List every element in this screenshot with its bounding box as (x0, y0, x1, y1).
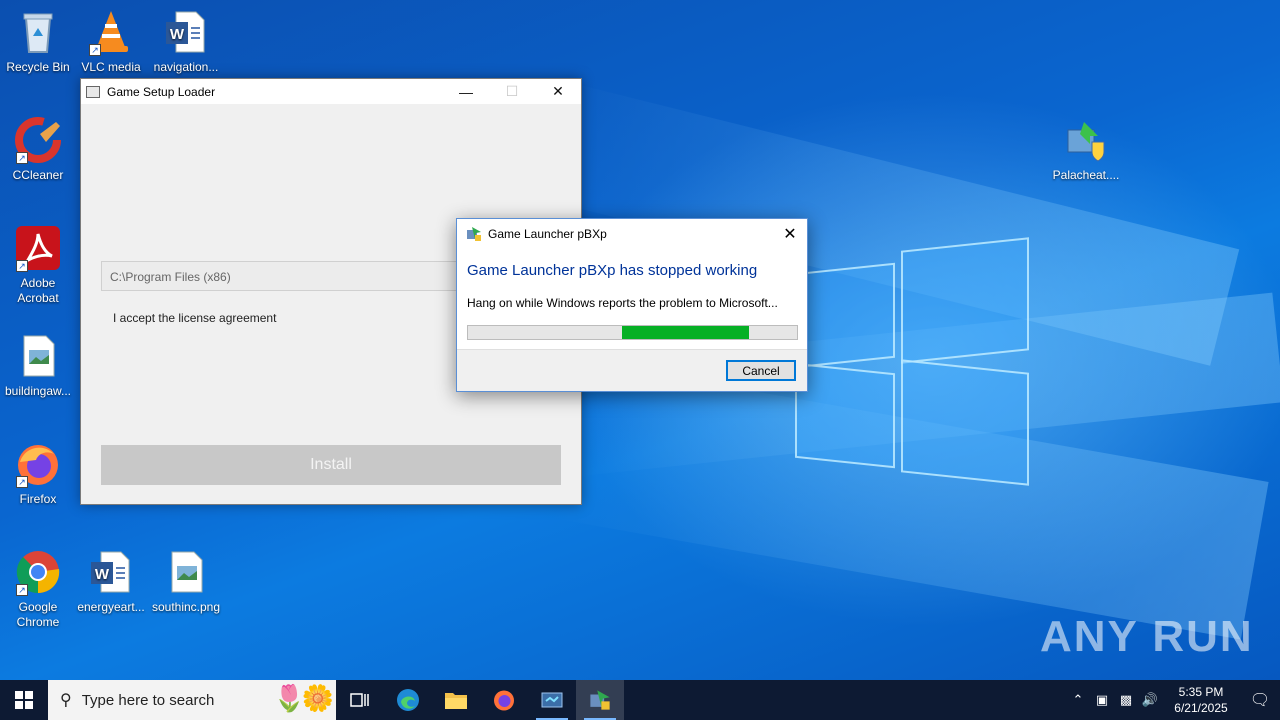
start-button[interactable] (0, 680, 48, 720)
shortcut-arrow-icon: ↗ (16, 152, 28, 164)
desktop-icon-label: Palacheat.... (1052, 168, 1120, 182)
desktop-icon-southinc[interactable]: southinc.png (148, 548, 224, 615)
desktop-icon-label: energyeart... (77, 600, 145, 614)
svg-text:W: W (170, 26, 185, 43)
report-progress-bar (467, 325, 798, 340)
taskbar-setup-loader[interactable] (528, 680, 576, 720)
desktop-icon-label: Firefox (19, 492, 57, 506)
desktop-icon-buildingaw[interactable]: buildingaw... (0, 332, 76, 399)
desktop-icon-recycle-bin[interactable]: Recycle Bin (0, 8, 76, 75)
shortcut-arrow-icon: ↗ (16, 584, 28, 596)
windows-start-icon (15, 691, 33, 709)
desktop-icon-label: navigation... (153, 60, 219, 74)
meet-now-icon[interactable]: ▣ (1090, 692, 1114, 708)
clock-time: 5:35 PM (1178, 685, 1224, 699)
desktop-icon-adobe-acrobat[interactable]: ↗ Adobe Acrobat (0, 224, 76, 306)
desktop-icon-firefox[interactable]: ↗ Firefox (0, 440, 76, 507)
installer-shield-icon (590, 690, 610, 710)
search-highlight-flowers-icon: 🌷🌼 (273, 683, 334, 713)
taskbar: ⚲ Type here to search 🌷🌼 ⌃ ▣ ▩ 🔊 5:35 PM… (0, 680, 1280, 720)
close-icon[interactable]: ✕ (773, 219, 807, 249)
close-button[interactable]: ✕ (535, 79, 581, 104)
search-icon: ⚲ (60, 692, 72, 709)
maximize-button: ☐ (505, 83, 519, 99)
desktop-icon-palacheat[interactable]: Palacheat.... (1048, 116, 1124, 183)
error-dialog-message: Hang on while Windows reports the proble… (467, 296, 778, 310)
chrome-icon: ↗ (14, 548, 62, 596)
firefox-icon (494, 690, 514, 711)
taskbar-game-launcher[interactable] (576, 680, 624, 720)
clock-date: 6/21/2025 (1174, 701, 1228, 715)
taskbar-clock[interactable]: 5:35 PM 6/21/2025 (1168, 684, 1234, 716)
desktop-icon-label: CCleaner (12, 168, 64, 182)
desktop-icon-label: VLC media (81, 60, 141, 74)
vlc-cone-icon: ↗ (87, 8, 135, 56)
progress-marquee (622, 326, 749, 339)
taskbar-edge[interactable] (384, 680, 432, 720)
install-button[interactable]: Install (101, 445, 561, 485)
desktop-icon-label: southinc.png (151, 600, 221, 614)
search-placeholder: Type here to search (81, 691, 215, 709)
license-agreement-label[interactable]: I accept the license agreement (113, 311, 276, 325)
app-icon (466, 226, 482, 242)
taskbar-file-explorer[interactable] (432, 680, 480, 720)
ccleaner-icon: ↗ (14, 116, 62, 164)
setup-window-titlebar[interactable]: Game Setup Loader — ☐ ✕ (81, 79, 581, 104)
recycle-bin-icon (14, 8, 62, 56)
desktop-icon-energyeart[interactable]: W energyeart... (73, 548, 149, 615)
minimize-button[interactable]: — (443, 79, 489, 104)
image-file-icon (162, 548, 210, 596)
task-view-icon (350, 693, 369, 707)
volume-icon[interactable]: 🔊 (1138, 692, 1162, 708)
install-path-field[interactable]: C:\Program Files (x86) (101, 261, 461, 291)
desktop-icon-label: Google Chrome (16, 600, 60, 629)
chevron-up-icon[interactable]: ⌃ (1066, 692, 1090, 708)
error-dialog-titlebar[interactable]: Game Launcher pBXp ✕ (457, 219, 807, 249)
error-dialog-footer: Cancel (457, 349, 807, 391)
adobe-acrobat-icon: ↗ (14, 224, 62, 272)
desktop-icon-vlc[interactable]: ↗ VLC media (73, 8, 149, 75)
word-document-icon: W (87, 548, 135, 596)
desktop-icon-label: Recycle Bin (6, 60, 70, 74)
system-tray: ⌃ ▣ ▩ 🔊 5:35 PM 6/21/2025 🗨 (1066, 680, 1280, 720)
cancel-button[interactable]: Cancel (726, 360, 796, 381)
desktop-icon-label: buildingaw... (4, 384, 72, 398)
app-window-icon (86, 85, 100, 98)
error-dialog-title: Game Launcher pBXp (488, 227, 607, 241)
error-dialog: Game Launcher pBXp ✕ Game Launcher pBXp … (456, 218, 808, 392)
word-document-icon: W (162, 8, 210, 56)
installer-shield-icon (1062, 116, 1110, 164)
task-view-button[interactable] (336, 680, 384, 720)
notification-center-icon[interactable]: 🗨 (1240, 680, 1280, 720)
error-dialog-heading: Game Launcher pBXp has stopped working (467, 262, 758, 279)
desktop-icon-navigation-doc[interactable]: W navigation... (148, 8, 224, 75)
shortcut-arrow-icon: ↗ (16, 260, 28, 272)
desktop-icon-ccleaner[interactable]: ↗ CCleaner (0, 116, 76, 183)
anyrun-watermark: ANY RUN (1040, 612, 1254, 661)
network-icon[interactable]: ▩ (1114, 692, 1138, 708)
desktop-icon-google-chrome[interactable]: ↗ Google Chrome (0, 548, 76, 630)
svg-text:W: W (95, 566, 110, 583)
desktop-icon-label: Adobe Acrobat (17, 276, 59, 305)
setup-window-title: Game Setup Loader (107, 84, 216, 99)
taskbar-search-box[interactable]: ⚲ Type here to search 🌷🌼 (48, 680, 336, 720)
edge-icon (397, 689, 419, 711)
image-file-icon (14, 332, 62, 380)
firefox-icon: ↗ (14, 440, 62, 488)
folder-icon (445, 693, 467, 709)
taskbar-firefox[interactable] (480, 680, 528, 720)
app-window-icon (541, 692, 563, 708)
shortcut-arrow-icon: ↗ (89, 44, 101, 56)
shortcut-arrow-icon: ↗ (16, 476, 28, 488)
windows-logo-wallpaper (795, 237, 1030, 486)
